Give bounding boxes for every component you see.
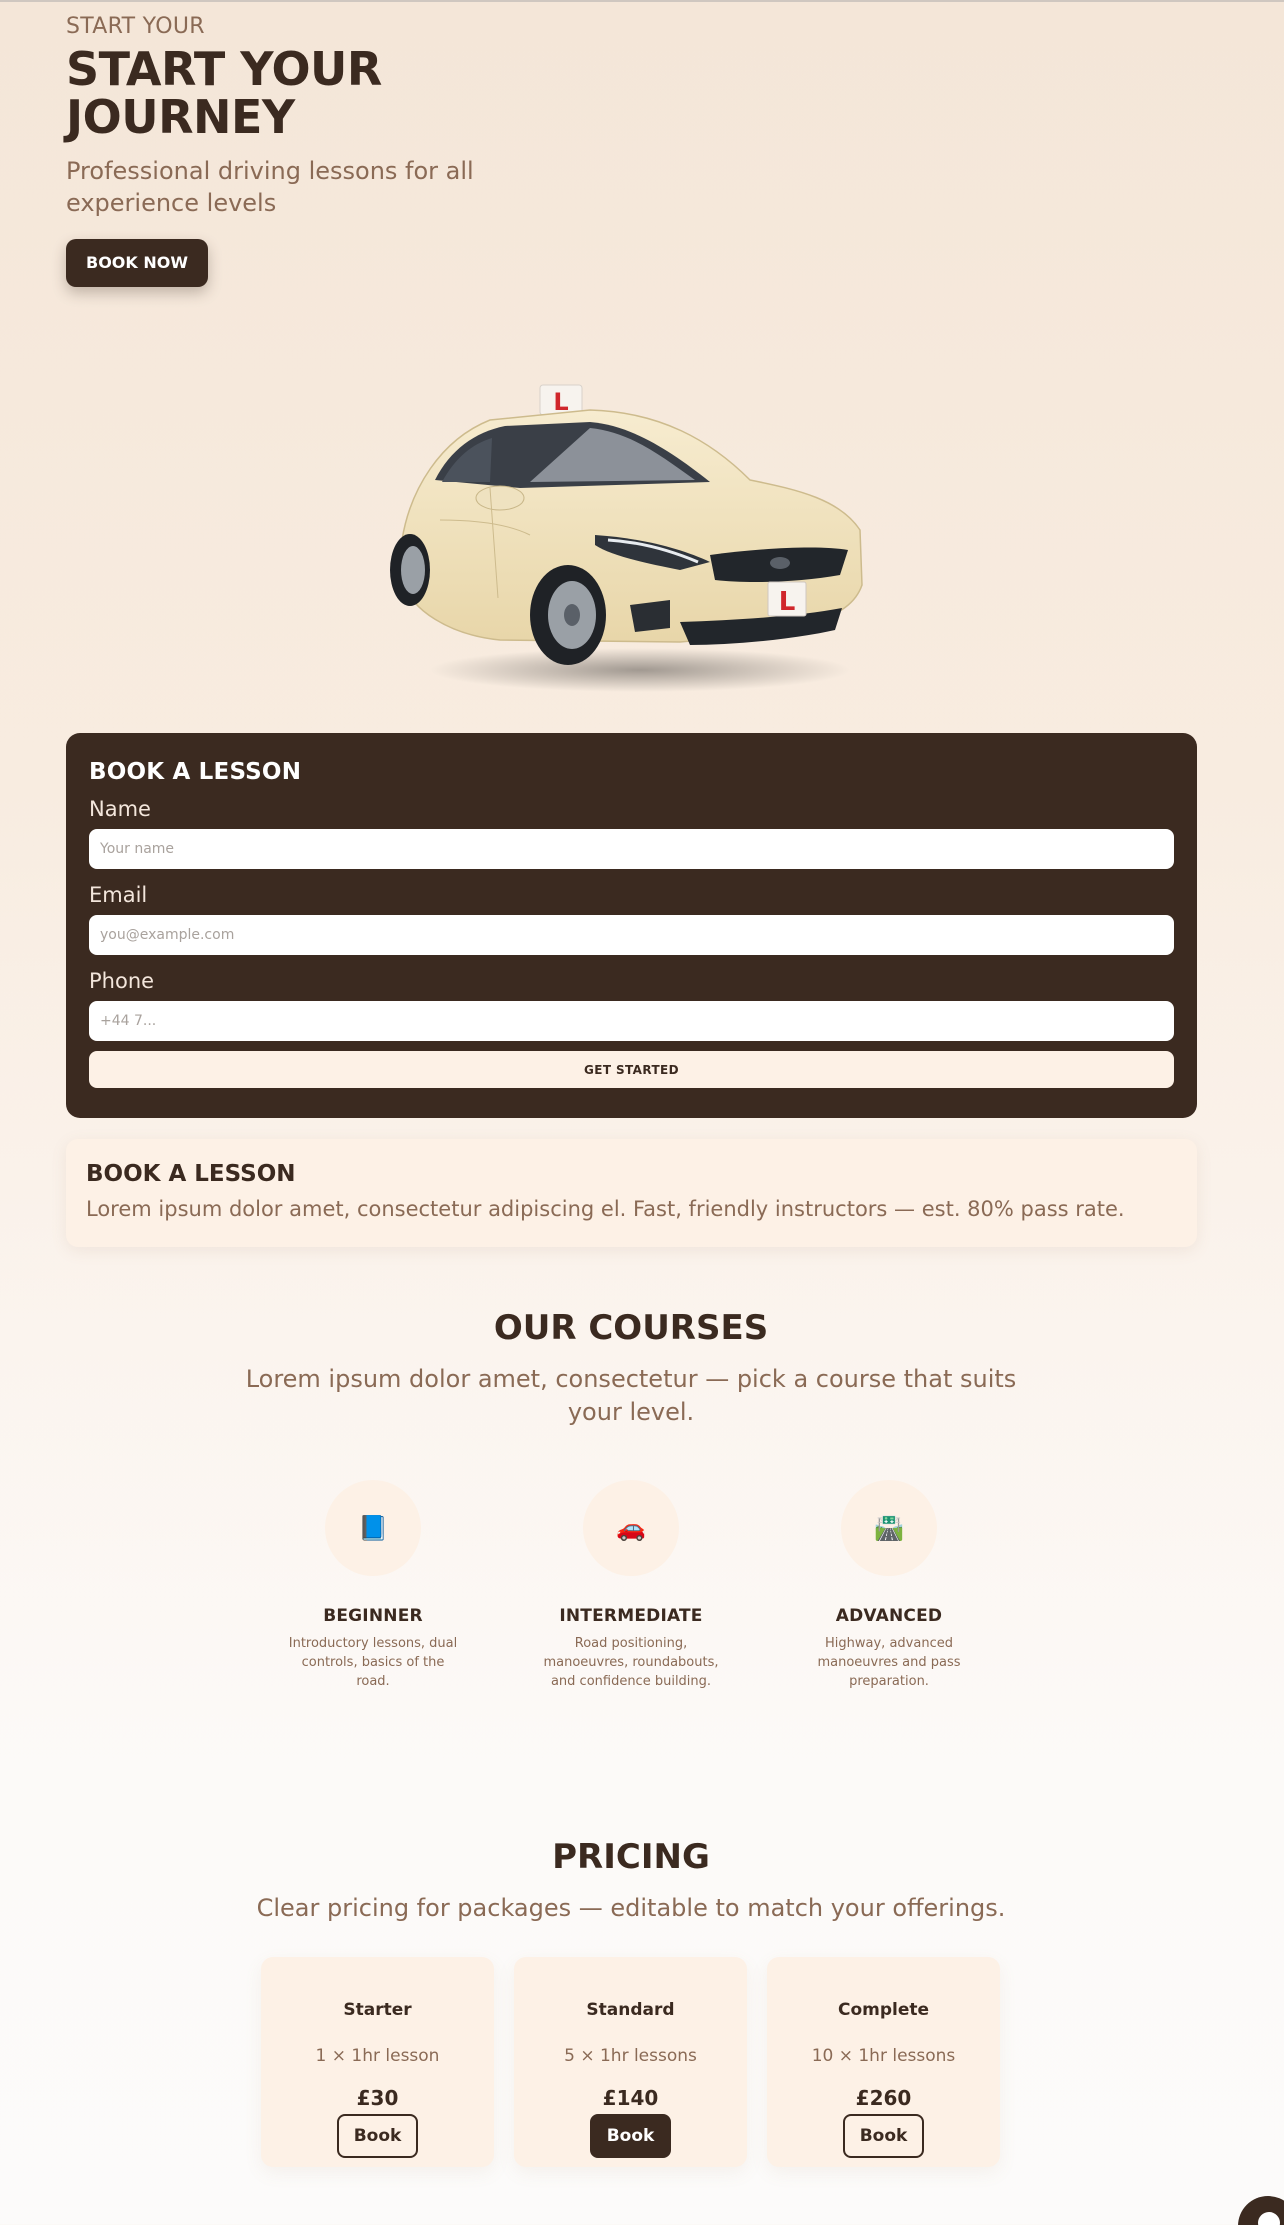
- course-description: Road positioning, manoeuvres, roundabout…: [543, 1636, 719, 1689]
- hero-eyebrow: START YOUR: [66, 14, 205, 39]
- info-text: Lorem ipsum dolor amet, consectetur adip…: [86, 1197, 1125, 1221]
- plan-card-standard: Standard 5 × 1hr lessons £140 Book: [514, 1957, 747, 2167]
- name-label: Name: [89, 797, 151, 821]
- booking-form-title: BOOK A LESSON: [89, 759, 302, 785]
- phone-input[interactable]: [89, 1001, 1174, 1041]
- book-standard-button[interactable]: Book: [589, 2114, 672, 2158]
- course-description: Highway, advanced manoeuvres and pass pr…: [817, 1636, 961, 1689]
- book-starter-button[interactable]: Book: [336, 2114, 419, 2158]
- plan-price: £260: [855, 2086, 912, 2110]
- learner-car-image: L L: [380, 370, 880, 700]
- plan-name: Standard: [586, 2000, 675, 2020]
- course-name: ADVANCED: [835, 1606, 943, 1626]
- course-beginner[interactable]: 📘 BEGINNER Introductory lessons, dual co…: [273, 1480, 473, 1691]
- car-icon: 🚗: [583, 1480, 679, 1576]
- course-intermediate[interactable]: 🚗 INTERMEDIATE Road positioning, manoeuv…: [531, 1480, 731, 1691]
- plate-letter: L: [779, 587, 796, 617]
- email-input[interactable]: [89, 915, 1174, 955]
- pricing-subtitle: Clear pricing for packages — editable to…: [256, 1894, 1006, 1922]
- phone-label: Phone: [89, 969, 155, 993]
- chat-launcher-button[interactable]: [1238, 2196, 1284, 2225]
- plan-lessons: 10 × 1hr lessons: [811, 2046, 956, 2066]
- plan-lessons: 1 × 1hr lesson: [315, 2046, 440, 2066]
- email-label: Email: [89, 883, 148, 907]
- book-icon: 📘: [325, 1480, 421, 1576]
- booking-form: BOOK A LESSON Name Email Phone GET START…: [66, 733, 1197, 1118]
- hero-section: START YOUR START YOUR JOURNEY Profession…: [66, 14, 626, 287]
- course-name: INTERMEDIATE: [559, 1606, 703, 1626]
- plan-lessons: 5 × 1hr lessons: [564, 2046, 697, 2066]
- chat-icon: [1258, 2212, 1280, 2225]
- plan-card-complete: Complete 10 × 1hr lessons £260 Book: [767, 1957, 1000, 2167]
- plan-price: £140: [602, 2086, 659, 2110]
- course-name: BEGINNER: [323, 1606, 423, 1626]
- get-started-button[interactable]: GET STARTED: [89, 1051, 1174, 1088]
- info-card: BOOK A LESSON Lorem ipsum dolor amet, co…: [66, 1139, 1197, 1247]
- book-now-button[interactable]: BOOK NOW: [66, 239, 209, 287]
- plan-name: Complete: [837, 2000, 930, 2020]
- motorway-icon: 🛣️: [841, 1480, 937, 1576]
- top-border: [0, 0, 1284, 2]
- plan-name: Starter: [343, 2000, 412, 2020]
- book-complete-button[interactable]: Book: [842, 2114, 925, 2158]
- courses-title: OUR COURSES: [493, 1308, 769, 1348]
- hero-title: START YOUR JOURNEY: [66, 42, 382, 144]
- info-title: BOOK A LESSON: [86, 1161, 296, 1187]
- hero-subtitle: Professional driving lessons for all exp…: [66, 157, 474, 217]
- course-advanced[interactable]: 🛣️ ADVANCED Highway, advanced manoeuvres…: [789, 1480, 989, 1691]
- plan-price: £30: [356, 2086, 399, 2110]
- pricing-title: PRICING: [552, 1837, 710, 1877]
- car-illustration: L L: [390, 384, 863, 692]
- plan-card-starter: Starter 1 × 1hr lesson £30 Book: [261, 1957, 494, 2167]
- course-description: Introductory lessons, dual controls, bas…: [288, 1636, 458, 1689]
- name-input[interactable]: [89, 829, 1174, 869]
- courses-subtitle: Lorem ipsum dolor amet, consectetur — pi…: [245, 1365, 1017, 1426]
